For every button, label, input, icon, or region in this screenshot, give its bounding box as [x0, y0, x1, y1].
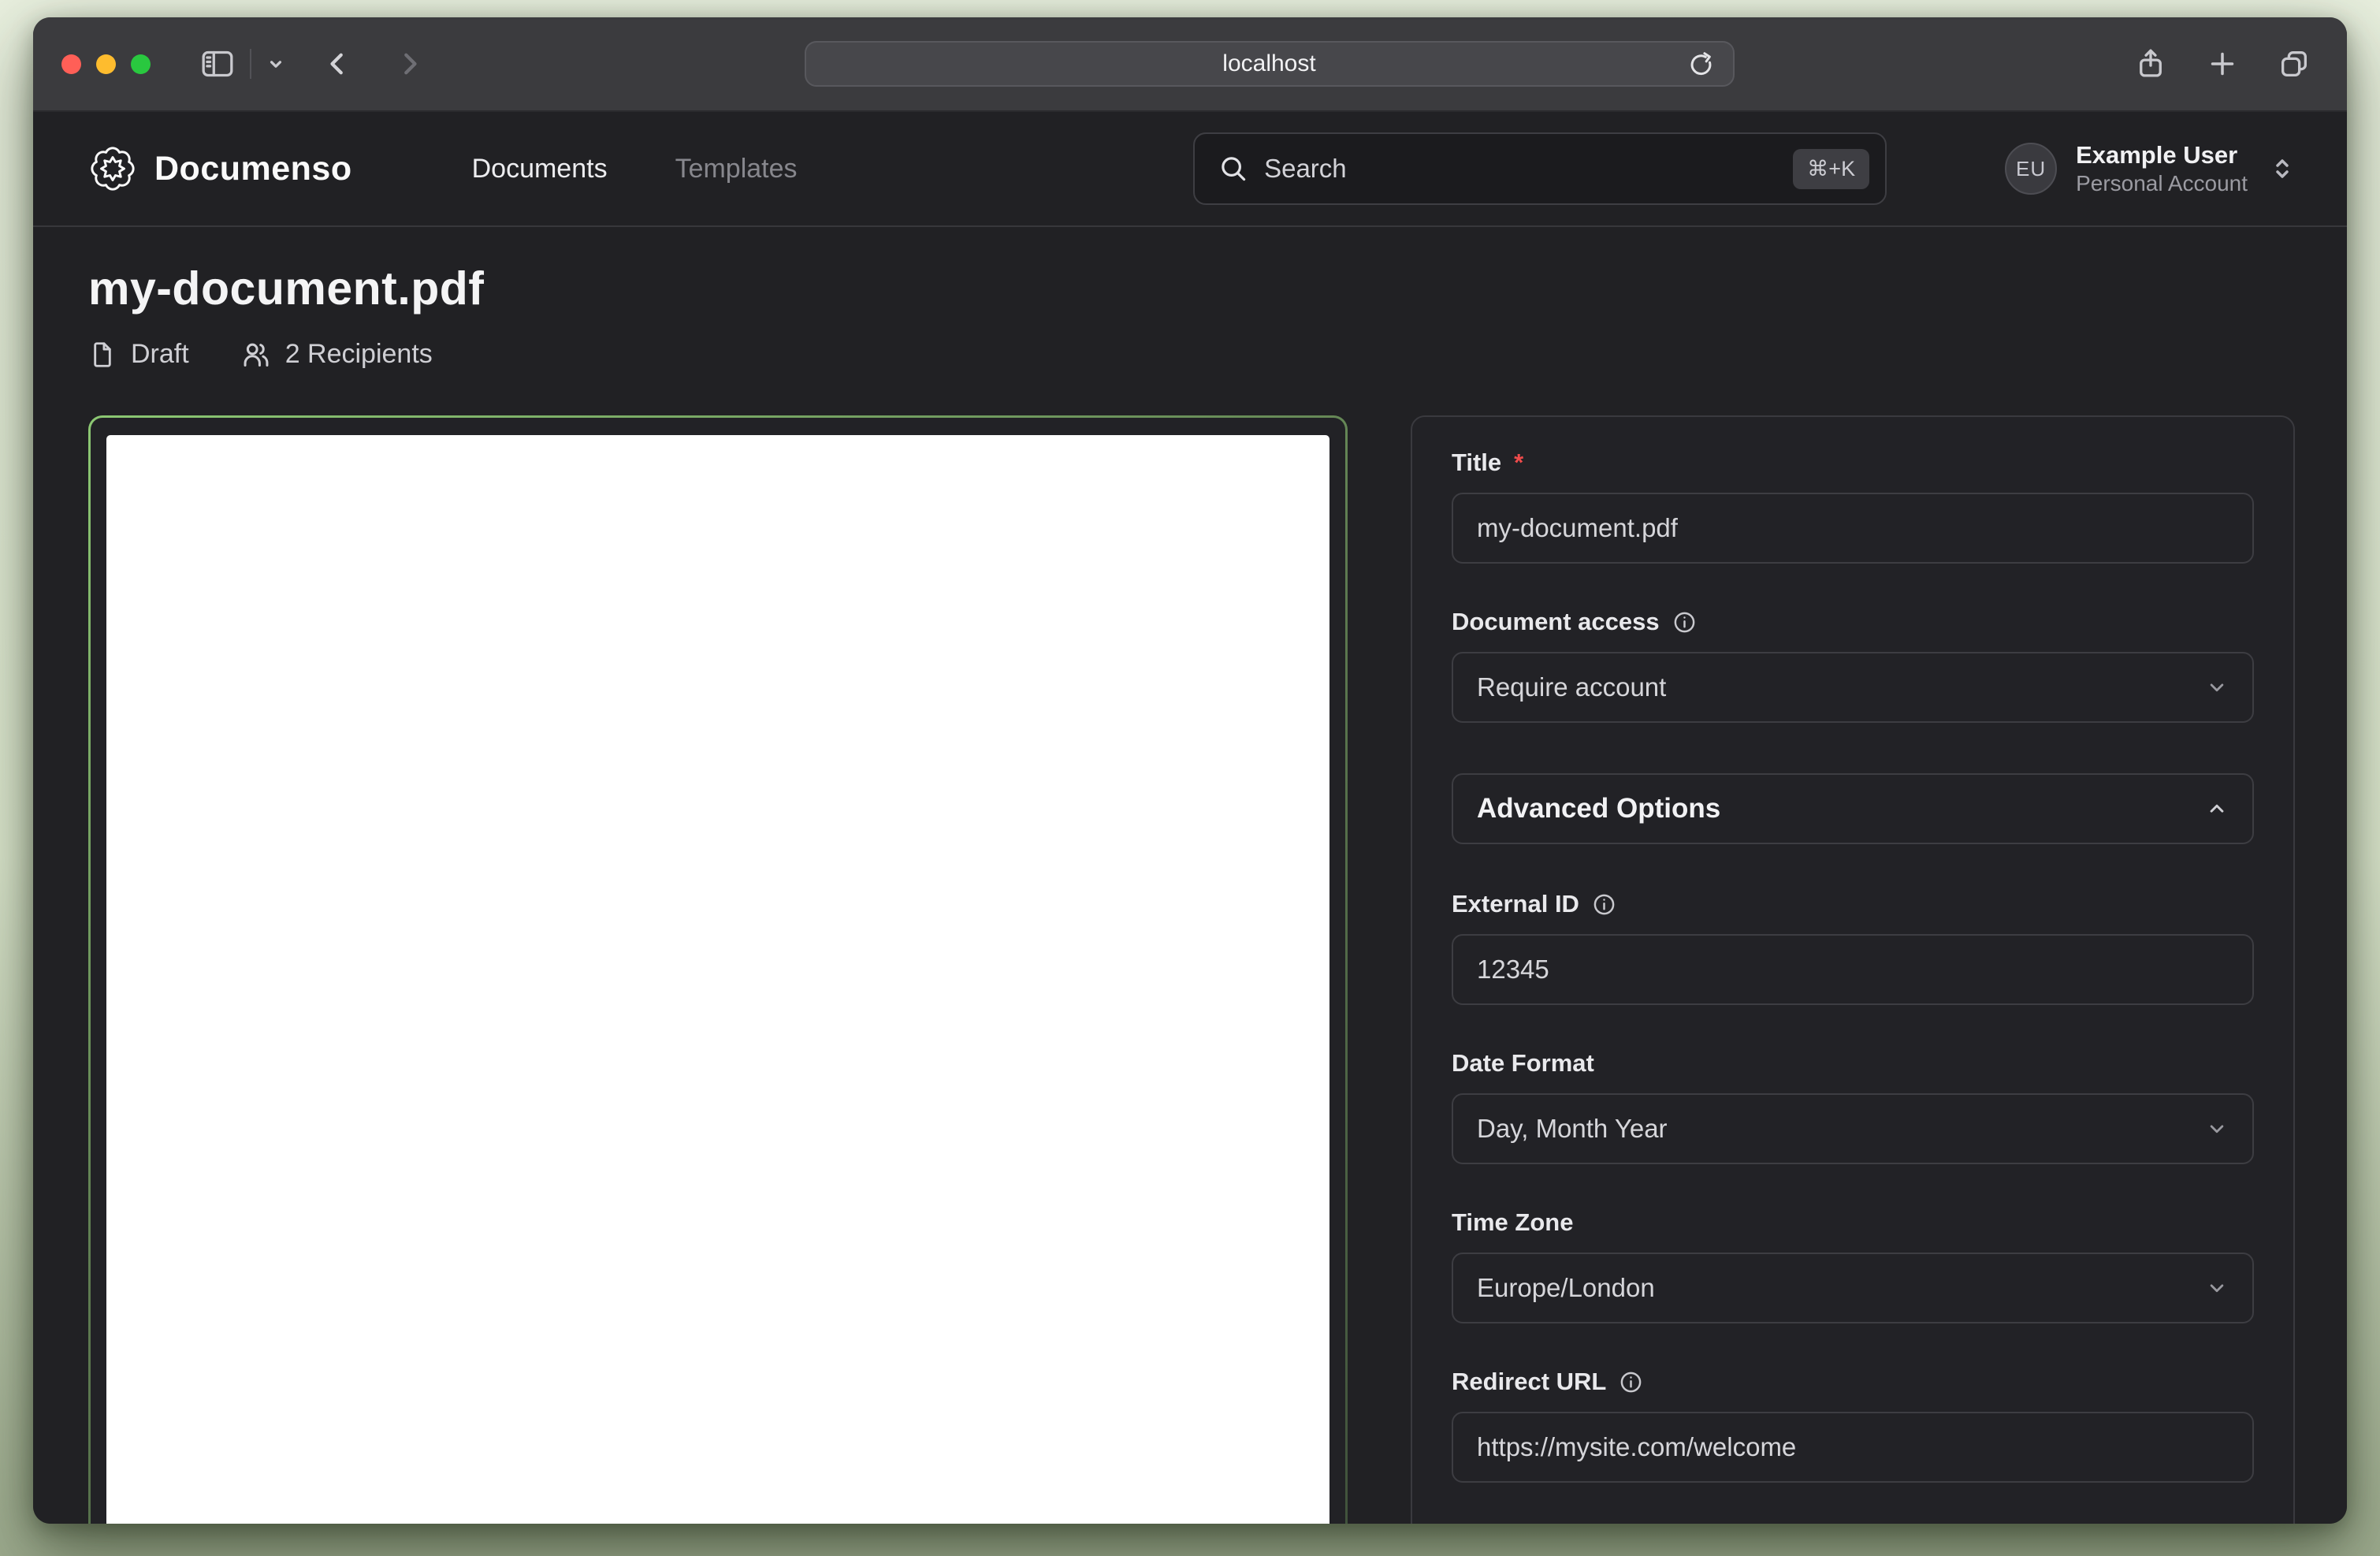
redirect-url-group: Redirect URL	[1452, 1368, 2254, 1483]
search-input[interactable]: Search ⌘+K	[1193, 132, 1887, 205]
new-tab-icon[interactable]	[2207, 48, 2238, 80]
recipients-text: 2 Recipients	[285, 339, 433, 370]
nav-templates[interactable]: Templates	[675, 154, 798, 184]
time-zone-select[interactable]: Europe/London	[1452, 1253, 2254, 1323]
back-button-icon[interactable]	[324, 50, 352, 78]
share-icon[interactable]	[2134, 47, 2167, 80]
users-icon	[241, 340, 271, 370]
document-access-value: Require account	[1477, 672, 1666, 702]
documenso-logo-icon	[88, 144, 137, 193]
date-format-select[interactable]: Day, Month Year	[1452, 1093, 2254, 1164]
document-access-select[interactable]: Require account	[1452, 652, 2254, 723]
info-icon	[1592, 892, 1616, 917]
sidebar-chevron-down-icon[interactable]	[266, 54, 286, 74]
search-placeholder: Search	[1264, 154, 1347, 184]
page-title: my-document.pdf	[88, 262, 2295, 315]
date-format-label: Date Format	[1452, 1049, 1594, 1078]
chevron-down-icon	[2205, 676, 2229, 699]
app-viewport: Documenso Documents Templates Search ⌘+K…	[33, 112, 2347, 1524]
info-icon	[1672, 610, 1697, 635]
close-window-button[interactable]	[61, 54, 81, 74]
app-header: Documenso Documents Templates Search ⌘+K…	[33, 112, 2347, 227]
account-type: Personal Account	[2076, 170, 2248, 197]
toolbar-divider	[250, 49, 251, 79]
pdf-page[interactable]	[106, 435, 1329, 1524]
date-format-group: Date Format Day, Month Year	[1452, 1049, 2254, 1164]
chevron-up-icon	[2205, 797, 2229, 821]
sidebar-toggle-icon[interactable]	[199, 48, 236, 80]
account-name: Example User	[2076, 140, 2248, 170]
external-id-group: External ID	[1452, 890, 2254, 1005]
forward-button-icon[interactable]	[395, 50, 423, 78]
brand[interactable]: Documenso	[88, 144, 352, 193]
minimize-window-button[interactable]	[96, 54, 116, 74]
title-input[interactable]	[1452, 493, 2254, 564]
address-bar[interactable]: localhost	[805, 41, 1735, 87]
advanced-options-label: Advanced Options	[1477, 793, 1720, 825]
title-label: Title	[1452, 449, 1501, 477]
title-field-group: Title *	[1452, 449, 2254, 564]
browser-titlebar: localhost	[33, 17, 2347, 112]
browser-window: localhost	[33, 17, 2347, 1524]
time-zone-group: Time Zone Europe/London	[1452, 1208, 2254, 1323]
file-icon	[88, 341, 117, 369]
traffic-lights	[61, 54, 151, 74]
external-id-input[interactable]	[1452, 934, 2254, 1005]
chevron-down-icon	[2205, 1276, 2229, 1300]
address-bar-url: localhost	[1222, 50, 1315, 77]
brand-name: Documenso	[154, 150, 352, 188]
status-text: Draft	[131, 339, 189, 370]
nav-documents[interactable]: Documents	[472, 154, 608, 184]
redirect-url-label: Redirect URL	[1452, 1368, 1606, 1396]
chevron-down-icon	[2205, 1117, 2229, 1141]
redirect-url-input[interactable]	[1452, 1412, 2254, 1483]
document-access-group: Document access Require account	[1452, 608, 2254, 723]
recipients-badge: 2 Recipients	[241, 339, 433, 370]
chevrons-up-down-icon	[2270, 156, 2295, 181]
required-asterisk: *	[1514, 449, 1523, 477]
document-meta: Draft 2 Recipients	[88, 339, 2295, 370]
main-content: my-document.pdf Draft 2	[33, 227, 2347, 1524]
time-zone-label: Time Zone	[1452, 1208, 1573, 1237]
tab-overview-icon[interactable]	[2278, 47, 2311, 80]
account-menu[interactable]: EU Example User Personal Account	[2005, 140, 2295, 197]
zoom-window-button[interactable]	[131, 54, 151, 74]
info-icon	[1619, 1370, 1643, 1394]
document-settings-panel: Title * Document access	[1411, 415, 2295, 1524]
status-badge: Draft	[88, 339, 189, 370]
advanced-options-toggle[interactable]: Advanced Options	[1452, 773, 2254, 844]
date-format-value: Day, Month Year	[1477, 1114, 1668, 1144]
refresh-icon[interactable]	[1687, 51, 1716, 80]
time-zone-value: Europe/London	[1477, 1273, 1655, 1303]
document-preview-card	[88, 415, 1348, 1524]
search-icon	[1218, 154, 1248, 184]
external-id-label: External ID	[1452, 890, 1579, 918]
document-access-label: Document access	[1452, 608, 1660, 636]
avatar: EU	[2005, 143, 2057, 195]
search-shortcut-badge: ⌘+K	[1793, 149, 1869, 189]
primary-nav: Documents Templates	[472, 154, 798, 184]
